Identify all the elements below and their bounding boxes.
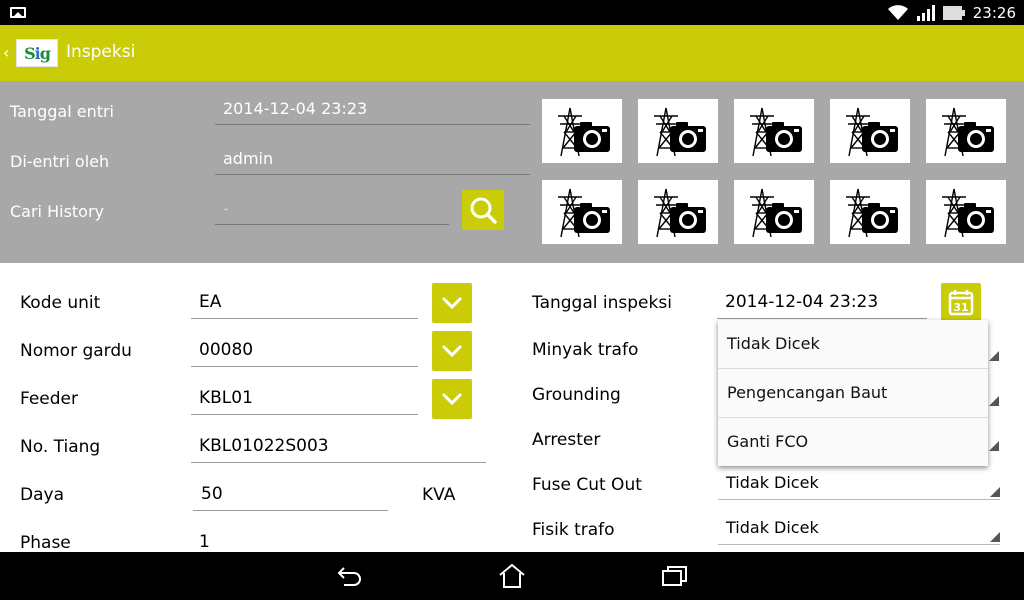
chevron-down-icon xyxy=(441,296,463,310)
fuse-cut-out-label: Fuse Cut Out xyxy=(532,475,642,495)
svg-text:31: 31 xyxy=(953,301,968,314)
dientri-oleh-label: Di-entri oleh xyxy=(10,152,110,171)
dropdown-option[interactable]: Tidak Dicek xyxy=(718,320,988,369)
daya-unit: KVA xyxy=(422,485,456,505)
kode-unit-dropdown-button[interactable] xyxy=(432,283,472,323)
status-icons: 23:26 xyxy=(887,0,1016,25)
calendar-icon: 31 xyxy=(948,290,974,316)
phase-label: Phase xyxy=(20,533,71,553)
photo-thumbnail[interactable] xyxy=(638,99,718,163)
fisik-trafo-spinner[interactable]: Tidak Dicek xyxy=(718,515,1000,545)
photo-thumbnail[interactable] xyxy=(542,99,622,163)
minyak-trafo-label: Minyak trafo xyxy=(532,340,639,360)
nomor-gardu-label: Nomor gardu xyxy=(20,341,132,361)
feeder-field[interactable]: KBL01 xyxy=(191,385,418,415)
daya-field[interactable]: 50 xyxy=(193,481,388,511)
tower-camera-icon xyxy=(846,107,898,157)
no-tiang-field[interactable]: KBL01022S003 xyxy=(191,433,486,463)
photo-thumbnail[interactable] xyxy=(542,180,622,244)
status-bar: 23:26 xyxy=(0,0,1024,25)
photo-thumbnail[interactable] xyxy=(830,99,910,163)
spinner-arrow xyxy=(989,351,999,361)
clock: 23:26 xyxy=(972,3,1016,22)
fisik-trafo-label: Fisik trafo xyxy=(532,520,615,540)
tanggal-inspeksi-label: Tanggal inspeksi xyxy=(532,293,672,313)
nomor-gardu-field[interactable]: 00080 xyxy=(191,337,418,367)
spinner-arrow xyxy=(989,441,999,451)
tower-camera-icon xyxy=(654,188,706,238)
cari-history-label: Cari History xyxy=(10,202,105,221)
tanggal-entri-label: Tanggal entri xyxy=(10,102,114,121)
grounding-label: Grounding xyxy=(532,385,621,405)
tower-camera-icon xyxy=(750,188,802,238)
signal-icon xyxy=(916,4,935,21)
home-icon[interactable] xyxy=(497,562,527,590)
chevron-down-icon xyxy=(441,392,463,406)
calendar-button[interactable]: 31 xyxy=(941,283,981,323)
tower-camera-icon xyxy=(558,188,610,238)
chevron-down-icon xyxy=(441,344,463,358)
photo-thumbnail[interactable] xyxy=(926,180,1006,244)
dropdown-option[interactable]: Ganti FCO xyxy=(718,418,988,467)
tower-camera-icon xyxy=(558,107,610,157)
photo-thumbnail[interactable] xyxy=(734,180,814,244)
back-chevron-icon[interactable]: ‹ xyxy=(3,43,9,62)
page-title: Inspeksi xyxy=(66,42,136,62)
tower-camera-icon xyxy=(750,107,802,157)
photo-thumbnail[interactable] xyxy=(638,180,718,244)
feeder-label: Feeder xyxy=(20,389,79,409)
arrester-label: Arrester xyxy=(532,430,601,450)
action-bar: ‹ Sig Inspeksi xyxy=(0,25,1024,81)
no-tiang-label: No. Tiang xyxy=(20,437,101,457)
tanggal-entri-field: 2014-12-04 23:23 xyxy=(215,97,530,125)
tower-camera-icon xyxy=(942,188,994,238)
daya-label: Daya xyxy=(20,485,64,505)
search-icon xyxy=(470,197,497,224)
tower-camera-icon xyxy=(942,107,994,157)
wifi-icon xyxy=(887,4,908,20)
image-icon xyxy=(10,7,26,18)
navigation-bar xyxy=(0,552,1024,600)
dientri-oleh-field: admin xyxy=(215,147,530,175)
photo-thumbnail[interactable] xyxy=(734,99,814,163)
feeder-dropdown-button[interactable] xyxy=(432,379,472,419)
kode-unit-label: Kode unit xyxy=(20,293,101,313)
photo-thumbnail[interactable] xyxy=(926,99,1006,163)
app-logo[interactable]: Sig xyxy=(16,39,58,67)
battery-icon xyxy=(942,5,965,20)
spinner-arrow xyxy=(989,396,999,406)
nomor-gardu-dropdown-button[interactable] xyxy=(432,331,472,371)
back-icon[interactable] xyxy=(335,562,365,590)
dropdown-option[interactable]: Pengencangan Baut xyxy=(718,369,988,418)
kode-unit-field[interactable]: EA xyxy=(191,289,418,319)
photo-thumbnail[interactable] xyxy=(830,180,910,244)
recent-apps-icon[interactable] xyxy=(660,562,690,590)
cari-history-input[interactable]: - xyxy=(215,197,449,225)
tanggal-inspeksi-field[interactable]: 2014-12-04 23:23 xyxy=(717,289,927,319)
search-history-button[interactable] xyxy=(462,190,504,230)
fuse-cut-out-spinner[interactable]: Tidak Dicek xyxy=(718,470,1000,500)
spinner-dropdown-list: Tidak Dicek Pengencangan Baut Ganti FCO xyxy=(718,320,988,466)
tower-camera-icon xyxy=(846,188,898,238)
tower-camera-icon xyxy=(654,107,706,157)
